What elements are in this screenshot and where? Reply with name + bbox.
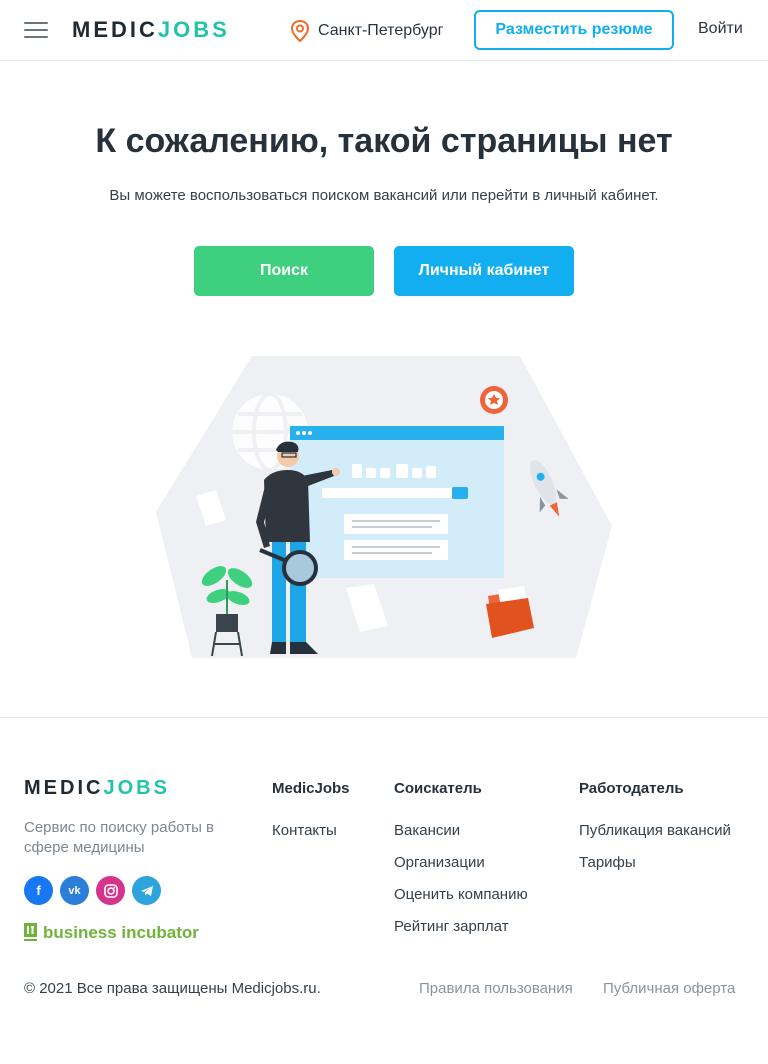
- business-incubator-label: business incubator: [43, 923, 199, 942]
- header: MEDICJOBS Санкт-Петербург Разместить рез…: [0, 0, 768, 61]
- footer-link-tariffs[interactable]: Тарифы: [579, 854, 731, 874]
- footer-column-title: Работодатель: [579, 780, 684, 797]
- footer-link-rate-company[interactable]: Оценить компанию: [394, 886, 528, 906]
- footer-column-medicjobs: MedicJobs Контакты: [272, 780, 350, 854]
- social-links: f vk: [24, 876, 161, 905]
- copyright: © 2021 Все права защищены Medicjobs.ru.: [24, 980, 321, 997]
- city-selector[interactable]: Санкт-Петербург: [290, 20, 443, 42]
- logo-part-medic: MEDIC: [72, 17, 158, 42]
- post-resume-button[interactable]: Разместить резюме: [474, 10, 674, 50]
- footer-link-publish-vacancies[interactable]: Публикация вакансий: [579, 822, 731, 842]
- footer-link-contacts[interactable]: Контакты: [272, 822, 350, 842]
- not-found-illustration: [156, 356, 612, 658]
- page-subtitle: Вы можете воспользоваться поиском ваканс…: [109, 187, 659, 204]
- footer-column-candidate: Соискатель Вакансии Организации Оценить …: [394, 780, 528, 950]
- footer-logo[interactable]: MEDICJOBS: [24, 777, 170, 800]
- city-name: Санкт-Петербург: [318, 22, 444, 39]
- telegram-icon[interactable]: [132, 876, 161, 905]
- business-incubator-logo[interactable]: business incubator: [24, 923, 199, 943]
- footer-column-title: Соискатель: [394, 780, 482, 797]
- footer-link-salary-rating[interactable]: Рейтинг зарплат: [394, 918, 528, 938]
- personal-cabinet-button[interactable]: Личный кабинет: [394, 246, 574, 296]
- menu-icon[interactable]: [24, 21, 48, 39]
- footer-column-employer: Работодатель Публикация вакансий Тарифы: [579, 780, 731, 886]
- logo-part-medic: MEDIC: [24, 777, 104, 799]
- search-button[interactable]: Поиск: [194, 246, 374, 296]
- vk-icon[interactable]: vk: [60, 876, 89, 905]
- login-link[interactable]: Войти: [698, 20, 743, 38]
- facebook-icon[interactable]: f: [24, 876, 53, 905]
- instagram-icon[interactable]: [96, 876, 125, 905]
- footer-link-vacancies[interactable]: Вакансии: [394, 822, 528, 842]
- public-offer-link[interactable]: Публичная оферта: [603, 980, 735, 997]
- footer-tagline: Сервис по поиску работы в сфере медицины: [24, 819, 214, 856]
- logo[interactable]: MEDICJOBS: [72, 17, 230, 43]
- footer-link-organizations[interactable]: Организации: [394, 854, 528, 874]
- logo-part-jobs: JOBS: [157, 17, 230, 42]
- browser-window-icon: [290, 426, 504, 578]
- award-badge-icon: [480, 386, 508, 414]
- logo-part-jobs: JOBS: [103, 777, 170, 799]
- page-title: К сожалению, такой страницы нет: [95, 122, 673, 160]
- it-park-logo-icon: [24, 923, 37, 943]
- footer: MEDICJOBS Сервис по поиску работы в сфер…: [0, 717, 768, 1064]
- terms-of-use-link[interactable]: Правила пользования: [419, 980, 573, 997]
- location-pin-icon: [290, 20, 310, 42]
- footer-column-title: MedicJobs: [272, 780, 350, 797]
